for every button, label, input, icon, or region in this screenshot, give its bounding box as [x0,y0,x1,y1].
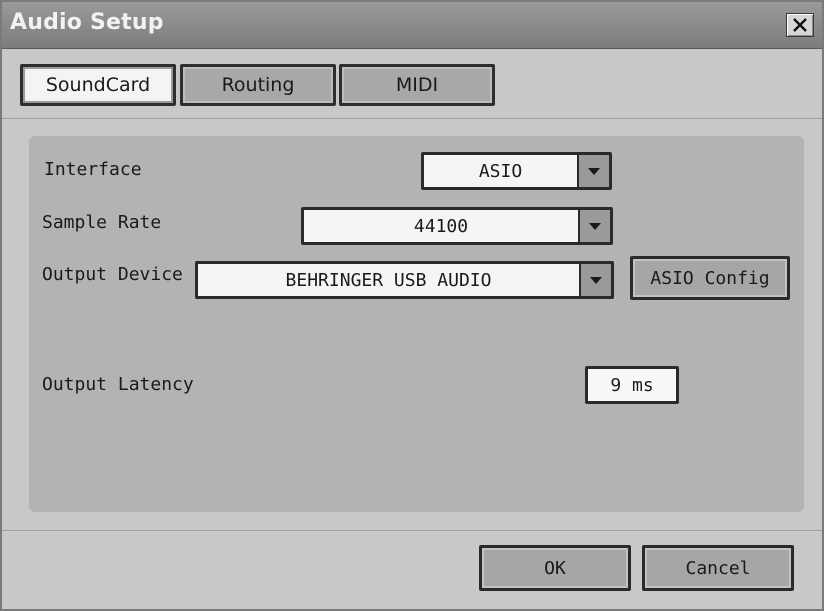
footer-divider [2,530,822,531]
chevron-down-icon [590,276,602,284]
tab-soundcard[interactable]: SoundCard [20,64,176,106]
sample-rate-dropdown[interactable]: 44100 [301,207,613,245]
asio-config-button[interactable]: ASIO Config [630,256,790,300]
close-icon [793,18,807,32]
soundcard-settings-panel [29,136,804,512]
interface-label: Interface [44,159,142,180]
ok-button[interactable]: OK [479,545,631,591]
tab-soundcard-label: SoundCard [45,74,151,96]
output-latency-value: 9 ms [610,374,654,396]
sample-rate-label: Sample Rate [42,212,162,233]
output-device-dropdown[interactable]: BEHRINGER USB AUDIO [195,261,614,299]
tab-midi[interactable]: MIDI [339,64,495,106]
output-latency-label: Output Latency [42,374,194,395]
chevron-down-icon [588,167,600,175]
output-device-label: Output Device [42,264,183,285]
sample-rate-dropdown-arrow[interactable] [578,210,610,242]
output-latency-value-box: 9 ms [585,366,679,404]
chevron-down-icon [589,222,601,230]
tab-routing[interactable]: Routing [180,64,336,106]
interface-dropdown[interactable]: ASIO [421,152,612,190]
cancel-button-label: Cancel [685,557,751,579]
output-device-value: BEHRINGER USB AUDIO [285,269,492,291]
tab-routing-label: Routing [221,74,295,96]
ok-button-label: OK [544,557,566,579]
tab-midi-label: MIDI [395,74,439,96]
window-title: Audio Setup [10,10,164,35]
tab-divider [2,118,822,119]
asio-config-label: ASIO Config [650,267,770,289]
audio-setup-window: Audio Setup SoundCard Routing MIDI Inter… [0,0,824,611]
output-device-dropdown-arrow[interactable] [579,264,611,296]
interface-dropdown-arrow[interactable] [577,155,609,187]
cancel-button[interactable]: Cancel [642,545,794,591]
interface-value: ASIO [478,160,523,182]
close-button[interactable] [786,13,814,37]
sample-rate-value: 44100 [413,215,469,237]
title-bar: Audio Setup [2,2,822,49]
